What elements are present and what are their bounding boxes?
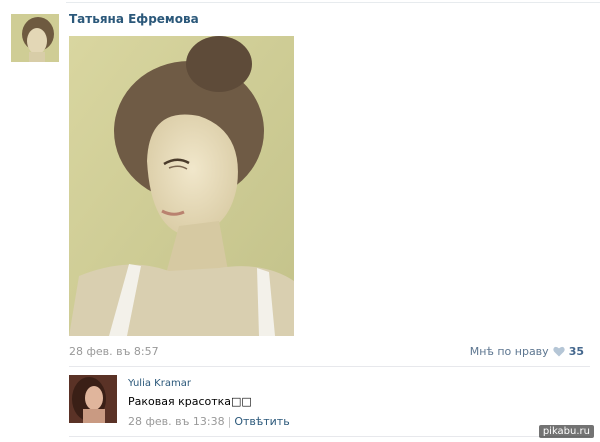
like-button[interactable]: Мнѣ по нраву 35	[470, 345, 584, 358]
divider	[69, 366, 590, 367]
post-date[interactable]: 28 фев. въ 8:57	[69, 345, 159, 358]
like-count: 35	[568, 345, 584, 358]
comment-text-body: Раковая красотка	[128, 395, 232, 408]
wall-post: Татьяна Ефремова 28 фев. въ 8:57 Мнѣ по …	[0, 0, 600, 442]
comment-date[interactable]: 28 фев. въ 13:38	[128, 415, 225, 428]
reply-link[interactable]: Отвѣтить	[234, 415, 289, 428]
comment-meta: 28 фев. въ 13:38 | Отвѣтить	[128, 415, 290, 428]
like-label: Мнѣ по нраву	[469, 345, 549, 358]
post-author-name[interactable]: Татьяна Ефремова	[69, 12, 199, 26]
emoji-placeholder-icon: □□	[231, 395, 252, 408]
author-avatar[interactable]	[11, 14, 59, 62]
watermark: pikabu.ru	[538, 425, 594, 438]
separator: |	[227, 415, 232, 428]
heart-icon	[553, 346, 565, 357]
divider	[69, 436, 590, 437]
post-photo[interactable]	[69, 36, 294, 336]
comment-author-avatar[interactable]	[69, 375, 117, 423]
comment-text: Раковая красотка□□	[128, 395, 252, 408]
divider	[66, 2, 600, 3]
comment-author-name[interactable]: Yulia Kramar	[128, 378, 191, 389]
